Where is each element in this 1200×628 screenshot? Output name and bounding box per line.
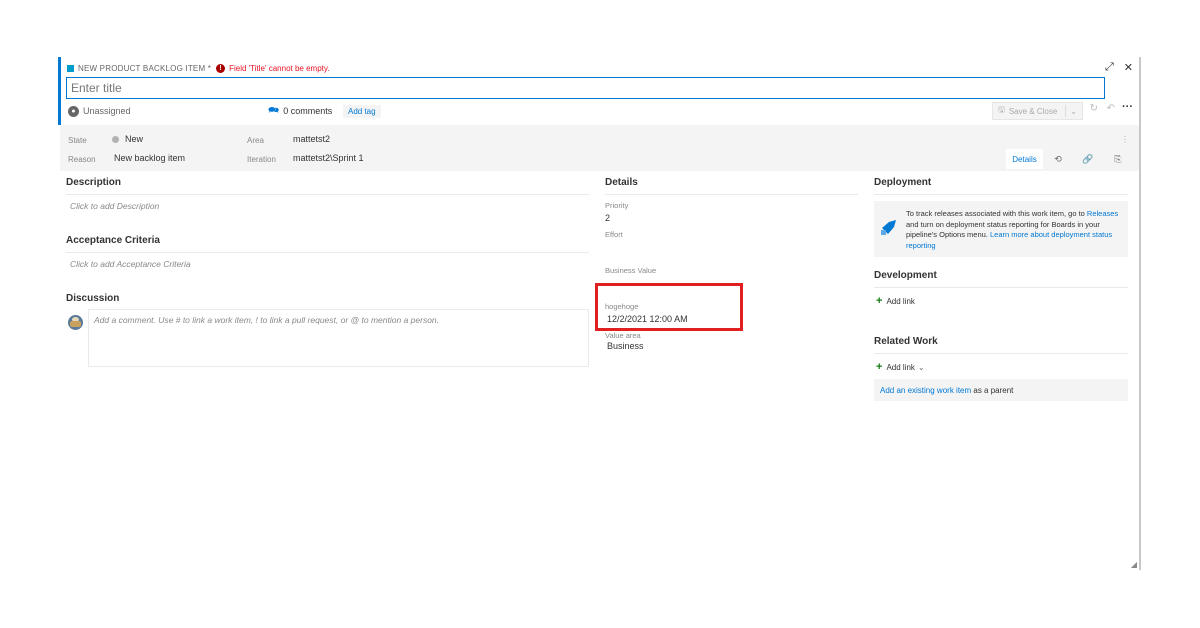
related-work-card: Add an existing work item as a parent xyxy=(874,379,1128,401)
resize-grip-icon[interactable]: ◢ xyxy=(1131,560,1137,569)
right-column: Deployment To track releases associated … xyxy=(874,177,1128,401)
avatar xyxy=(68,315,83,330)
expand-icon[interactable]: ⤢ xyxy=(1105,61,1114,74)
book-icon xyxy=(67,64,74,72)
details-title: Details xyxy=(605,177,858,195)
comment-row: Add a comment. Use # to link a work item… xyxy=(66,309,589,367)
reason-label: Reason xyxy=(68,155,96,164)
link-icon[interactable]: 🔗 xyxy=(1073,149,1103,169)
error-icon: ! xyxy=(216,63,226,73)
highlight-box xyxy=(595,283,743,331)
assigned-to[interactable]: Unassigned xyxy=(83,106,131,116)
effort-label: Effort xyxy=(605,230,623,239)
deployment-text-part: To track releases associated with this w… xyxy=(906,209,1087,218)
toolbar-row: ● Unassigned 🗪 0 comments Add tag 🖫 Save… xyxy=(68,101,1133,120)
refresh-icon[interactable]: ↻ xyxy=(1090,103,1098,114)
work-item-type: NEW PRODUCT BACKLOG ITEM * xyxy=(78,63,212,73)
save-close-button[interactable]: 🖫 Save & Close ⌄ xyxy=(992,102,1083,120)
comments-link[interactable]: 🗪 0 comments xyxy=(268,103,332,119)
attachment-icon[interactable]: ⎘ xyxy=(1103,149,1133,169)
description-field[interactable]: Click to add Description xyxy=(66,195,589,235)
save-icon: 🖫 xyxy=(998,105,1005,114)
close-icon[interactable]: ✕ xyxy=(1124,61,1133,74)
dialog-border xyxy=(1139,57,1141,570)
acceptance-criteria-field[interactable]: Click to add Acceptance Criteria xyxy=(66,253,589,293)
rocket-icon xyxy=(881,220,896,235)
discussion-title: Discussion xyxy=(66,293,120,304)
state-label: State xyxy=(68,136,87,145)
business-value-label: Business Value xyxy=(605,266,657,275)
chevron-down-icon[interactable]: ⌄ xyxy=(1070,107,1077,116)
priority-value[interactable]: 2 xyxy=(605,213,858,225)
related-add-link-button[interactable]: + Add link ⌄ xyxy=(874,361,1128,373)
add-link-label: Add link xyxy=(886,296,915,306)
chevron-down-icon: ⌄ xyxy=(917,362,925,372)
plus-icon: + xyxy=(876,361,883,373)
deployment-text: To track releases associated with this w… xyxy=(906,209,1124,251)
history-icon[interactable]: ⟲ xyxy=(1043,149,1073,169)
state-value[interactable]: New xyxy=(112,134,143,144)
accent-bar xyxy=(58,57,61,125)
undo-icon[interactable]: ↶ xyxy=(1107,103,1115,114)
work-item-header-line: NEW PRODUCT BACKLOG ITEM * ! Field 'Titl… xyxy=(67,63,330,73)
state-dot-icon xyxy=(112,136,119,144)
add-tag-button[interactable]: Add tag xyxy=(343,104,381,118)
user-icon: ● xyxy=(68,105,79,117)
description-title: Description xyxy=(66,177,589,195)
deployment-title: Deployment xyxy=(874,177,1128,195)
plus-icon: + xyxy=(876,295,883,307)
left-column: Description Click to add Description Acc… xyxy=(66,177,589,367)
comment-input[interactable]: Add a comment. Use # to link a work item… xyxy=(88,309,589,367)
divider xyxy=(1065,105,1067,117)
error-message: Field 'Title' cannot be empty. xyxy=(229,63,330,73)
iteration-value[interactable]: mattetst2\Sprint 1 xyxy=(293,153,364,163)
priority-label: Priority xyxy=(605,201,629,210)
tabs: Details ⟲ 🔗 ⎘ xyxy=(1006,149,1133,169)
fields-header-band: State New Reason New backlog item Area m… xyxy=(60,125,1139,171)
existing-item-link[interactable]: Add an existing work item xyxy=(880,386,971,395)
area-value[interactable]: mattetst2 xyxy=(293,134,330,144)
existing-item-suffix: as a parent xyxy=(971,385,1014,395)
area-label: Area xyxy=(247,136,264,145)
comment-icon: 🗪 xyxy=(268,105,280,115)
tab-details[interactable]: Details xyxy=(1006,149,1043,169)
releases-link[interactable]: Releases xyxy=(1087,209,1118,218)
title-input[interactable] xyxy=(66,77,1105,99)
value-area-value[interactable]: Business xyxy=(605,341,858,353)
effort-field[interactable] xyxy=(605,242,858,260)
related-add-link-label: Add link xyxy=(886,362,915,372)
window-controls: ⤢ ✕ xyxy=(1105,61,1133,74)
comments-count: 0 comments xyxy=(283,106,333,116)
state-text: New xyxy=(125,134,144,144)
development-title: Development xyxy=(874,270,1128,288)
value-area-label: Value area xyxy=(605,331,641,340)
more-vertical-icon: ⋮ xyxy=(1121,135,1129,144)
related-work-title: Related Work xyxy=(874,336,1128,354)
iteration-label: Iteration xyxy=(247,155,276,164)
add-link-button[interactable]: + Add link xyxy=(874,295,1128,307)
reason-value[interactable]: New backlog item xyxy=(114,153,185,163)
more-icon[interactable]: ··· xyxy=(1122,101,1133,113)
acceptance-criteria-title: Acceptance Criteria xyxy=(66,235,589,253)
deployment-card: To track releases associated with this w… xyxy=(874,201,1128,257)
save-close-label: Save & Close xyxy=(1008,106,1058,116)
